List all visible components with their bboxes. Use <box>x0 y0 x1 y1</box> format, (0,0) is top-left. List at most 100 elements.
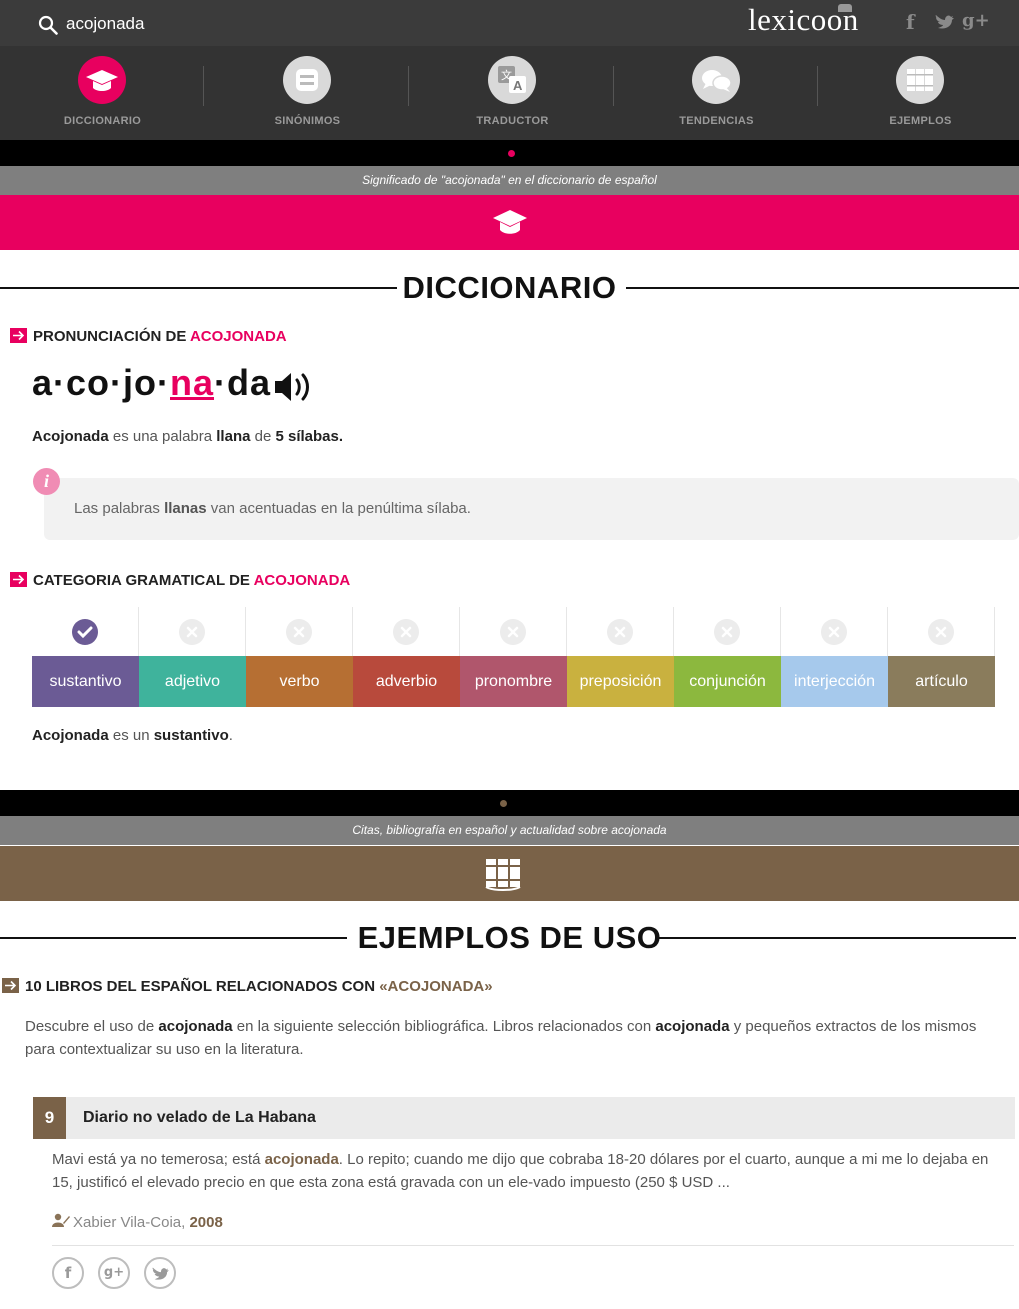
category-status <box>246 607 353 656</box>
category-label: conjunción <box>674 656 781 707</box>
search-icon[interactable] <box>38 15 58 35</box>
twitter-icon[interactable] <box>934 12 954 35</box>
category-status <box>567 607 674 656</box>
category-status <box>353 607 460 656</box>
category-label: adverbio <box>353 656 460 707</box>
cross-icon <box>928 619 954 645</box>
top-bar: lexicoon f g+ <box>0 0 1019 46</box>
book-excerpt: Mavi está ya no temerosa; está acojonada… <box>52 1151 989 1191</box>
book-header[interactable]: 9 Diario no velado de La Habana <box>33 1097 1015 1139</box>
author-icon <box>52 1213 70 1227</box>
facebook-icon[interactable]: f <box>906 10 915 34</box>
cross-icon <box>714 619 740 645</box>
nav-label: TENDENCIAS <box>679 115 754 127</box>
category-label: preposición <box>567 656 674 707</box>
divider <box>52 1245 1014 1246</box>
category-label: sustantivo <box>32 656 139 707</box>
section-title-text: DICCIONARIO <box>402 270 617 305</box>
dictionary-title: DICCIONARIO <box>0 268 1019 308</box>
arrow-right-icon <box>10 328 27 343</box>
category-result: Acojonada es un sustantivo. <box>32 727 233 744</box>
cross-icon <box>179 619 205 645</box>
pronunciation-heading: PRONUNCIACIÓN DE ACOJONADA <box>10 328 287 345</box>
nav-diccionario[interactable]: DICCIONARIO <box>0 46 205 140</box>
category-status <box>460 607 567 656</box>
share-twitter-icon[interactable] <box>144 1257 176 1289</box>
category-adjetivo[interactable]: adjetivo <box>139 607 246 707</box>
category-status <box>781 607 888 656</box>
grammatical-category-grid: sustantivo adjetivo verbo adverbio pronombre… <box>32 607 995 707</box>
translate-icon: A文 <box>488 56 536 104</box>
category-label: verbo <box>246 656 353 707</box>
nav-label: SINÓNIMOS <box>274 115 341 127</box>
nav-ejemplos[interactable]: EJEMPLOS <box>818 46 1019 140</box>
nav-tendencias[interactable]: TENDENCIAS <box>614 46 819 140</box>
nav-divider <box>203 66 204 106</box>
nav-label: TRADUCTOR <box>476 115 549 127</box>
speaker-icon[interactable] <box>272 369 316 405</box>
book-author: Xabier Vila-Coia, 2008 <box>52 1213 223 1231</box>
category-interjección[interactable]: interjección <box>781 607 888 707</box>
category-pronombre[interactable]: pronombre <box>460 607 567 707</box>
main-nav: DICCIONARIO SINÓNIMOS A文 TRADUCTOR TENDE… <box>0 46 1019 140</box>
category-preposición[interactable]: preposición <box>567 607 674 707</box>
svg-text:A: A <box>513 78 523 93</box>
info-icon: i <box>33 468 60 495</box>
nav-divider <box>408 66 409 106</box>
word-description: Acojonada es una palabra llana de 5 síla… <box>32 428 344 445</box>
category-status <box>32 607 139 656</box>
svg-text:文: 文 <box>501 68 512 82</box>
category-label: artículo <box>888 656 995 707</box>
google-plus-icon[interactable]: g+ <box>962 10 990 31</box>
category-status <box>888 607 995 656</box>
cross-icon <box>393 619 419 645</box>
category-conjunción[interactable]: conjunción <box>674 607 781 707</box>
nav-label: EJEMPLOS <box>889 115 952 127</box>
examples-title: EJEMPLOS DE USO <box>0 918 1019 958</box>
nav-label: DICCIONARIO <box>63 115 142 127</box>
category-status <box>139 607 246 656</box>
graduation-cap-icon <box>78 56 126 104</box>
arrow-right-icon <box>2 978 19 993</box>
books-heading: 10 LIBROS DEL ESPAÑOL RELACIONADOS CON «… <box>2 978 493 995</box>
nav-sinonimos[interactable]: SINÓNIMOS <box>205 46 410 140</box>
syllable-breakdown: a·co·jo·na·da <box>32 362 272 403</box>
speech-bubbles-icon <box>692 56 740 104</box>
share-google-plus-icon[interactable]: g+ <box>98 1257 130 1289</box>
category-sustantivo[interactable]: sustantivo <box>32 607 139 707</box>
category-label: adjetivo <box>139 656 246 707</box>
equals-icon <box>283 56 331 104</box>
cross-icon <box>607 619 633 645</box>
check-icon <box>72 619 98 645</box>
category-status <box>674 607 781 656</box>
arrow-right-icon <box>10 572 27 587</box>
cross-icon <box>821 619 847 645</box>
category-heading: CATEGORIA GRAMATICAL DE ACOJONADA <box>10 572 350 589</box>
pagination-dot <box>508 150 515 157</box>
logo-hat-icon <box>838 4 852 12</box>
category-adverbio[interactable]: adverbio <box>353 607 460 707</box>
search-input[interactable] <box>66 11 466 37</box>
category-label: pronombre <box>460 656 567 707</box>
section-divider <box>0 790 1019 816</box>
book-title[interactable]: Diario no velado de La Habana <box>83 1097 316 1139</box>
examples-band <box>0 846 1019 901</box>
books-icon <box>485 859 521 891</box>
section-title-text: EJEMPLOS DE USO <box>357 920 662 955</box>
category-verbo[interactable]: verbo <box>246 607 353 707</box>
book-rank: 9 <box>33 1097 66 1139</box>
graduation-cap-icon <box>493 210 527 234</box>
dictionary-band <box>0 195 1019 250</box>
share-facebook-icon[interactable]: f <box>52 1257 84 1289</box>
cross-icon <box>286 619 312 645</box>
books-icon <box>896 56 944 104</box>
category-artículo[interactable]: artículo <box>888 607 995 707</box>
books-intro: Descubre el uso de acojonada en la sigui… <box>25 1018 977 1058</box>
examples-subtitle: Citas, bibliografía en español y actuali… <box>0 816 1019 845</box>
info-note: Las palabras llanas van acentuadas en la… <box>44 478 1019 540</box>
cross-icon <box>500 619 526 645</box>
pagination-dot <box>500 800 507 807</box>
dictionary-subtitle: Significado de "acojonada" en el diccion… <box>0 166 1019 195</box>
category-label: interjección <box>781 656 888 707</box>
nav-traductor[interactable]: A文 TRADUCTOR <box>410 46 615 140</box>
